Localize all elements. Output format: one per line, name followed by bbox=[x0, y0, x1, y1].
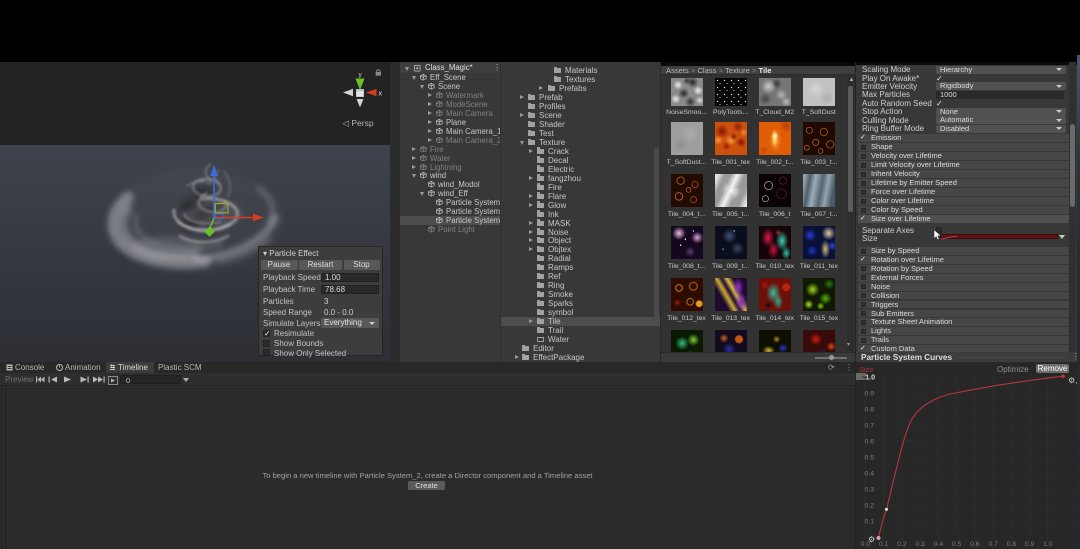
svg-text:0.3: 0.3 bbox=[865, 487, 875, 494]
svg-text:⚙: ⚙ bbox=[868, 535, 875, 544]
svg-text:0.9: 0.9 bbox=[865, 391, 875, 398]
svg-text:0.8: 0.8 bbox=[1007, 541, 1017, 548]
svg-text:0.7: 0.7 bbox=[988, 541, 998, 548]
svg-text:0.4: 0.4 bbox=[934, 541, 944, 548]
svg-text:0.1: 0.1 bbox=[865, 519, 875, 526]
svg-text:0.5: 0.5 bbox=[865, 455, 875, 462]
svg-text:1.0: 1.0 bbox=[865, 375, 875, 382]
svg-text:0.2: 0.2 bbox=[865, 503, 875, 510]
svg-text:0.1: 0.1 bbox=[879, 541, 889, 548]
svg-text:0.3: 0.3 bbox=[915, 541, 925, 548]
svg-text:0.5: 0.5 bbox=[952, 541, 962, 548]
svg-text:0.4: 0.4 bbox=[865, 471, 875, 478]
svg-text:0.9: 0.9 bbox=[1025, 541, 1035, 548]
svg-text:0.6: 0.6 bbox=[970, 541, 980, 548]
svg-text:0.7: 0.7 bbox=[865, 423, 875, 430]
svg-text:1.0: 1.0 bbox=[1043, 541, 1053, 548]
svg-text:x: x bbox=[379, 91, 383, 98]
svg-text:y: y bbox=[359, 72, 363, 79]
svg-text:0.2: 0.2 bbox=[897, 541, 907, 548]
svg-text:0.8: 0.8 bbox=[865, 407, 875, 414]
svg-text:0.6: 0.6 bbox=[865, 439, 875, 446]
